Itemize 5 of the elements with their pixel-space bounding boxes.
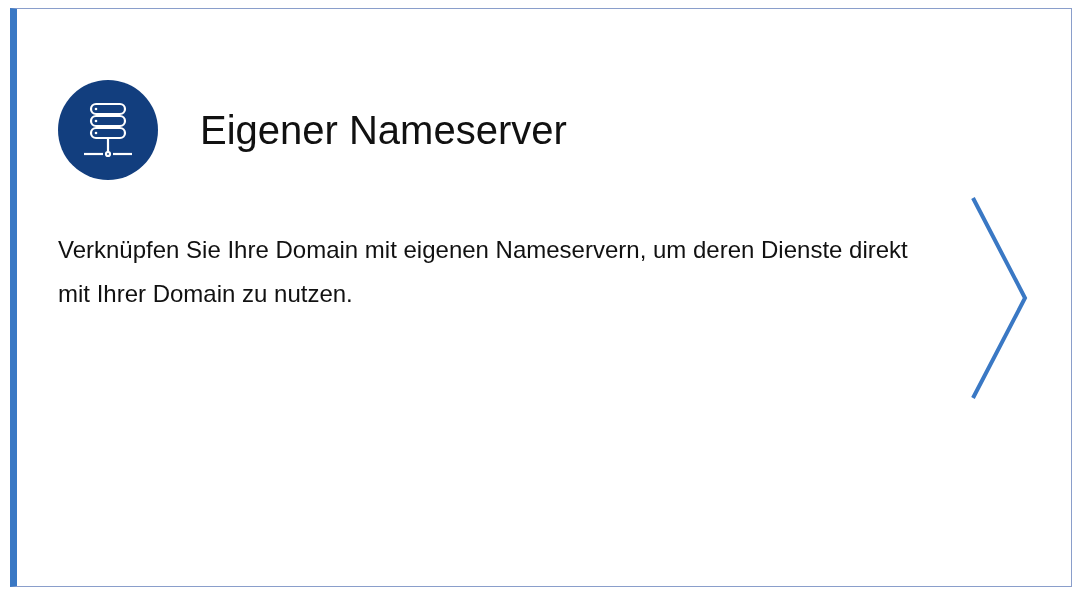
card-title: Eigener Nameserver (200, 107, 567, 153)
chevron-right-icon[interactable] (971, 195, 1029, 400)
card-background[interactable]: Eigener Nameserver Verknüpfen Sie Ihre Domain mit eigenen Nameservern, um deren Dienste direkt mit Ihrer Domain zu nutzen. (10, 8, 1072, 587)
server-icon (58, 80, 158, 180)
card-description: Verknüpfen Sie Ihre Domain mit eigenen Nameservern, um deren Dienste direkt mit Ihrer Domain zu nutzen. (58, 235, 909, 309)
